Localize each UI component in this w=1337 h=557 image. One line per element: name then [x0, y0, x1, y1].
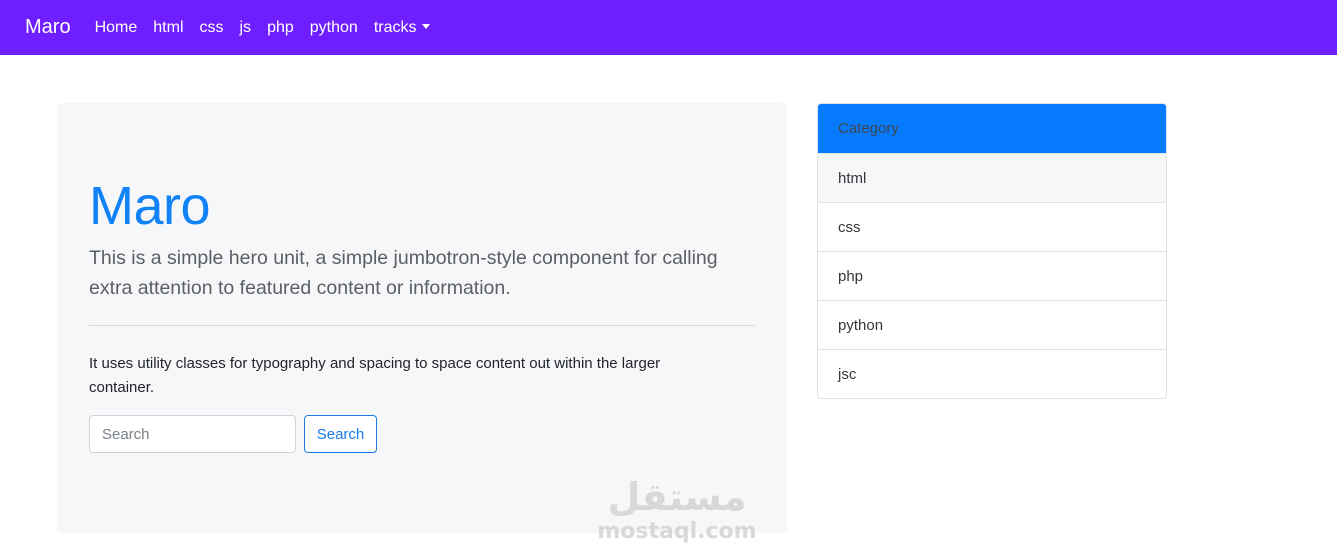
nav-link-html[interactable]: html	[153, 19, 183, 37]
nav-link-home[interactable]: Home	[95, 19, 138, 37]
nav-dropdown-tracks-label: tracks	[373, 18, 417, 36]
hero-text: It uses utility classes for typography a…	[89, 355, 661, 396]
search-input[interactable]	[89, 415, 296, 453]
hero-title: Maro	[89, 176, 211, 236]
nav-link-php[interactable]: php	[267, 19, 294, 37]
category-list: Category html css php python jsc	[817, 103, 1167, 399]
watermark-logo: مستقل mostaql.com	[597, 475, 757, 545]
nav-link-python[interactable]: python	[310, 19, 358, 37]
category-item-php[interactable]: php	[818, 251, 1166, 300]
jumbotron: Maro This is a simple hero unit, a simpl…	[57, 103, 787, 544]
nav-link-js[interactable]: js	[240, 19, 252, 37]
watermark-latin: mostaql.com	[597, 519, 757, 544]
hero-divider	[89, 325, 755, 326]
category-header: Category	[818, 104, 1166, 153]
category-item-html[interactable]: html	[818, 153, 1166, 202]
search-button[interactable]: Search	[304, 415, 377, 453]
nav-dropdown-tracks[interactable]: tracks	[374, 19, 431, 37]
caret-down-icon	[422, 23, 431, 29]
watermark-arabic: مستقل	[607, 475, 747, 519]
nav-link-css[interactable]: css	[200, 19, 224, 37]
category-item-css[interactable]: css	[818, 202, 1166, 251]
category-item-jsc[interactable]: jsc	[818, 349, 1166, 398]
navbar-brand[interactable]: Maro	[25, 16, 71, 39]
category-item-python[interactable]: python	[818, 300, 1166, 349]
hero-lead: This is a simple hero unit, a simple jum…	[89, 247, 718, 299]
navbar: Maro Home html css js php python tracks	[0, 0, 1337, 55]
